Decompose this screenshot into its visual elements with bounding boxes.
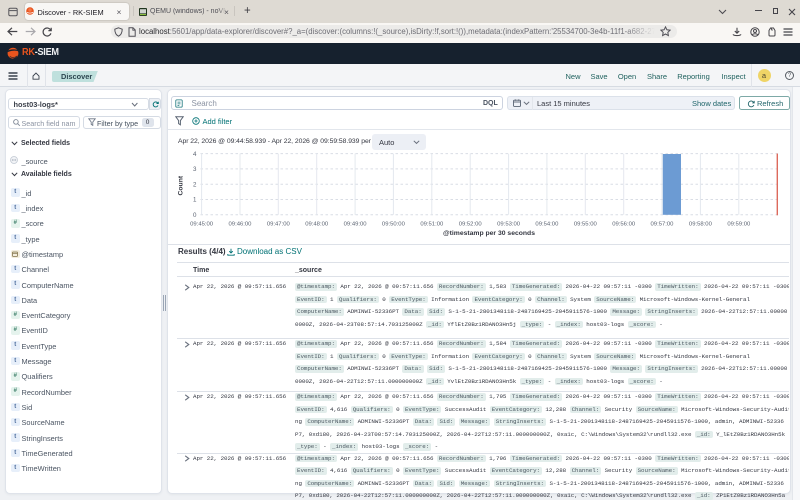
- svg-text:09:57:00: 09:57:00: [651, 221, 675, 227]
- svg-text:09:51:00: 09:51:00: [420, 221, 444, 227]
- svg-text:09:59:00: 09:59:00: [727, 221, 751, 227]
- svg-text:3: 3: [193, 166, 197, 173]
- svg-text:09:53:00: 09:53:00: [497, 221, 521, 227]
- svg-text:09:49:00: 09:49:00: [344, 221, 368, 227]
- svg-text:1: 1: [193, 197, 197, 204]
- svg-text:09:58:00: 09:58:00: [689, 221, 713, 227]
- svg-text:0: 0: [193, 212, 197, 219]
- svg-text:2: 2: [193, 181, 197, 188]
- svg-text:4: 4: [193, 151, 197, 158]
- svg-text:09:50:00: 09:50:00: [382, 221, 406, 227]
- svg-text:09:52:00: 09:52:00: [459, 221, 483, 227]
- svg-text:09:56:00: 09:56:00: [612, 221, 636, 227]
- svg-text:09:54:00: 09:54:00: [535, 221, 559, 227]
- svg-text:09:45:00: 09:45:00: [190, 221, 214, 227]
- svg-text:09:46:00: 09:46:00: [229, 221, 253, 227]
- svg-text:09:47:00: 09:47:00: [267, 221, 291, 227]
- svg-text:09:48:00: 09:48:00: [305, 221, 329, 227]
- svg-text:09:55:00: 09:55:00: [574, 221, 598, 227]
